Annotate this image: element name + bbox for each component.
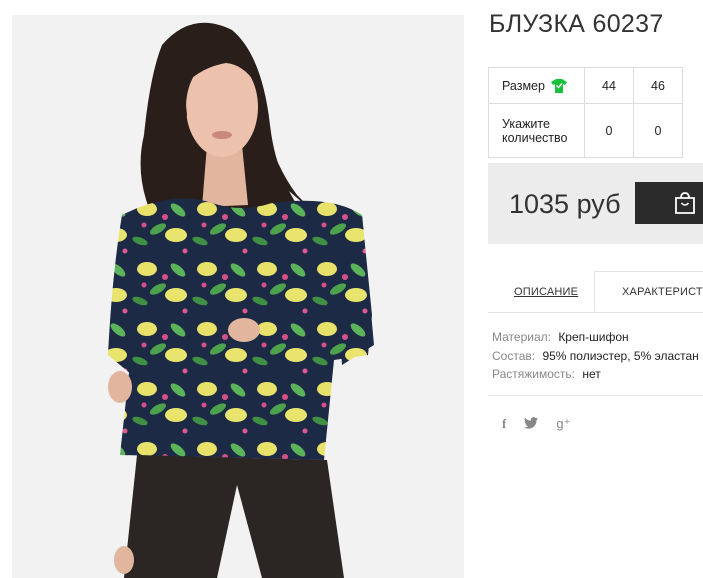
spec-key: Материал: xyxy=(492,330,551,344)
divider xyxy=(488,395,703,396)
tab-characteristics[interactable]: ХАРАКТЕРИСТИ xyxy=(594,271,703,312)
spec-value: 95% полиэстер, 5% эластан xyxy=(542,348,699,363)
spec-row: Материал: Креп-шифон xyxy=(492,328,699,347)
spec-value: нет xyxy=(582,367,601,381)
product-title: БЛУЗКА 60237 xyxy=(489,10,664,38)
quantity-input-44[interactable]: 0 xyxy=(584,103,634,158)
twitter-icon[interactable] xyxy=(524,416,539,432)
size-quantity-table: Размер 44 46 Укажите количество 0 0 xyxy=(488,67,683,158)
facebook-icon[interactable]: f xyxy=(502,416,506,432)
price-box: 1035 руб xyxy=(488,163,703,244)
quantity-row: Укажите количество 0 0 xyxy=(488,103,683,158)
product-photo xyxy=(12,15,464,578)
size-option-44[interactable]: 44 xyxy=(584,67,634,104)
quantity-label: Укажите количество xyxy=(488,103,585,158)
size-row: Размер 44 46 xyxy=(488,67,683,104)
shopping-bag-icon xyxy=(675,192,695,214)
spec-row: Растяжимость: нет xyxy=(492,365,699,384)
product-tabs: ОПИСАНИЕ ХАРАКТЕРИСТИ xyxy=(488,271,703,313)
spec-key: Растяжимость: xyxy=(492,367,576,381)
size-option-46[interactable]: 46 xyxy=(633,67,683,104)
google-plus-icon[interactable]: g⁺ xyxy=(556,416,570,432)
spec-value: Креп-шифон xyxy=(558,330,629,344)
size-label: Размер xyxy=(502,78,545,93)
tab-description[interactable]: ОПИСАНИЕ xyxy=(514,286,578,298)
social-share: f g⁺ xyxy=(502,416,570,432)
spec-row: Состав: 95% полиэстер, 5% эластан xyxy=(492,347,699,366)
size-label-cell: Размер xyxy=(488,67,585,104)
specs-list: Материал: Креп-шифон Состав: 95% полиэст… xyxy=(492,328,699,384)
spec-key: Состав: xyxy=(492,348,536,363)
add-to-cart-button[interactable] xyxy=(635,182,703,224)
tshirt-icon[interactable] xyxy=(550,78,567,93)
price: 1035 руб xyxy=(509,189,621,219)
model-illustration xyxy=(12,15,464,578)
quantity-input-46[interactable]: 0 xyxy=(633,103,683,158)
